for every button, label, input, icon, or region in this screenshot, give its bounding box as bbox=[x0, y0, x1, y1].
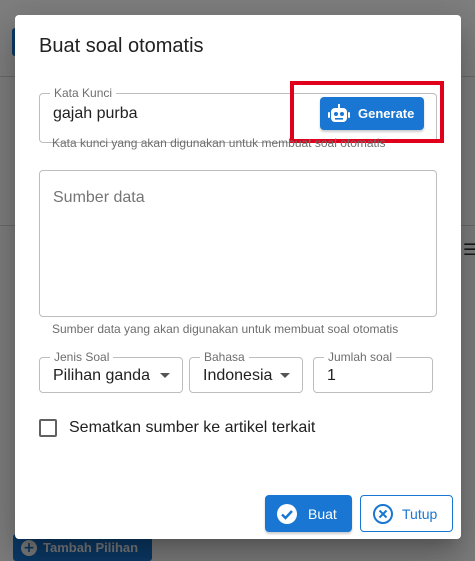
check-circle-icon bbox=[277, 503, 297, 524]
create-button[interactable]: Buat bbox=[265, 495, 352, 532]
generate-button[interactable]: Generate bbox=[320, 97, 424, 130]
language-label: Bahasa bbox=[200, 350, 249, 364]
question-type-value: Pilihan ganda bbox=[53, 367, 150, 384]
language-value: Indonesia bbox=[203, 367, 273, 384]
dropdown-arrow-icon bbox=[160, 373, 170, 378]
keyword-label: Kata Kunci bbox=[50, 86, 117, 100]
source-textarea[interactable]: Sumber data bbox=[39, 170, 437, 317]
language-select[interactable]: Bahasa Indonesia bbox=[189, 350, 303, 393]
question-type-label: Jenis Soal bbox=[50, 350, 114, 364]
auto-question-dialog: Buat soal otomatis Kata Kunci gajah purb… bbox=[15, 15, 461, 539]
create-label: Buat bbox=[308, 505, 337, 522]
source-helper: Sumber data yang akan digunakan untuk me… bbox=[52, 322, 399, 336]
dropdown-arrow-icon bbox=[280, 373, 290, 378]
dialog-title: Buat soal otomatis bbox=[39, 35, 204, 57]
embed-source-label: Sematkan sumber ke artikel terkait bbox=[69, 419, 316, 436]
question-type-select[interactable]: Jenis Soal Pilihan ganda bbox=[39, 350, 183, 393]
keyword-helper: Kata kunci yang akan digunakan untuk mem… bbox=[52, 136, 386, 150]
question-count-field[interactable]: Jumlah soal 1 bbox=[313, 350, 433, 393]
close-label: Tutup bbox=[402, 505, 438, 522]
question-count-input[interactable]: 1 bbox=[327, 367, 336, 385]
close-circle-icon bbox=[373, 503, 393, 524]
robot-icon bbox=[328, 103, 350, 122]
embed-source-row[interactable]: Sematkan sumber ke artikel terkait bbox=[39, 419, 315, 437]
question-count-label: Jumlah soal bbox=[324, 350, 397, 364]
keyword-input[interactable]: gajah purba bbox=[53, 105, 138, 123]
close-button[interactable]: Tutup bbox=[360, 495, 453, 532]
generate-label: Generate bbox=[358, 106, 415, 121]
source-placeholder: Sumber data bbox=[53, 189, 145, 206]
embed-source-checkbox[interactable] bbox=[39, 419, 57, 437]
